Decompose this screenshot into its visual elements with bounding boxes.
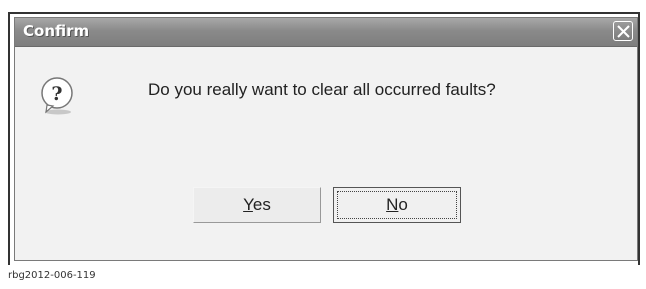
focus-ring — [337, 191, 457, 219]
dialog-title: Confirm — [23, 22, 90, 40]
figure-caption: rbg2012-006-119 — [8, 270, 96, 281]
confirm-dialog: Confirm ? Do you really want to clear al… — [14, 17, 638, 261]
close-icon — [617, 25, 630, 38]
title-bar[interactable]: Confirm — [15, 18, 637, 47]
no-button[interactable]: No — [333, 187, 461, 223]
dialog-message: Do you really want to clear all occurred… — [148, 80, 496, 99]
yes-button-label: Yes — [243, 195, 271, 214]
close-button[interactable] — [613, 21, 633, 41]
yes-button[interactable]: Yes — [193, 187, 321, 223]
svg-text:?: ? — [51, 83, 62, 105]
dialog-body: ? Do you really want to clear all occurr… — [15, 47, 637, 260]
question-icon: ? — [41, 77, 73, 115]
